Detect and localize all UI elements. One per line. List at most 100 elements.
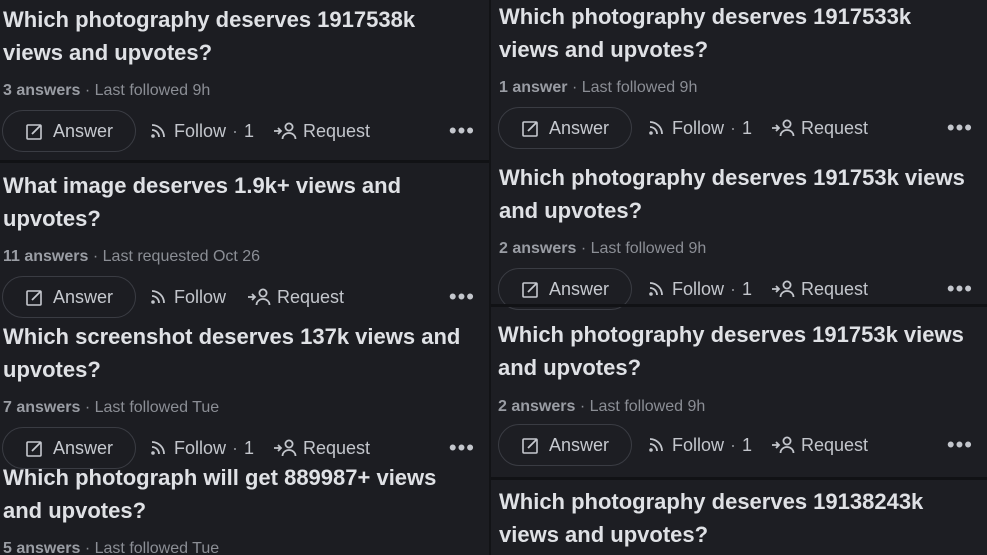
- more-options-icon[interactable]: •••: [947, 424, 973, 466]
- request-button[interactable]: Request: [273, 110, 370, 152]
- rss-icon: [646, 435, 666, 455]
- left-feed-pane: Which photography deserves 1917538k view…: [0, 0, 489, 555]
- question-card: Which photography deserves 191753k views…: [491, 158, 987, 310]
- question-card: Which photography deserves 1917533k view…: [491, 0, 987, 160]
- last-activity: Last followed 9h: [589, 398, 706, 415]
- answer-count[interactable]: 3 answers: [3, 82, 80, 99]
- pencil-icon: [25, 438, 45, 458]
- request-button[interactable]: Request: [771, 424, 868, 466]
- follow-count: 1: [742, 434, 753, 455]
- meta-separator: ·: [84, 540, 91, 555]
- more-options-icon[interactable]: •••: [449, 110, 475, 152]
- request-button[interactable]: Request: [771, 107, 868, 149]
- question-title[interactable]: Which screenshot deserves 137k views and…: [3, 320, 477, 386]
- request-label: Request: [277, 286, 345, 307]
- pencil-icon: [521, 435, 541, 455]
- question-card: Which photography deserves 1917538k view…: [0, 0, 489, 160]
- follow-count: 1: [244, 120, 255, 141]
- action-bar: Answer Follow · 1 Request •••: [498, 107, 973, 151]
- pencil-icon: [521, 118, 541, 138]
- question-meta: 3 answers · Last followed 9h: [3, 81, 210, 101]
- follow-count: 1: [742, 278, 753, 299]
- answer-count[interactable]: 11 answers: [3, 248, 88, 265]
- answer-count[interactable]: 2 answers: [499, 240, 576, 257]
- request-person-icon: [273, 438, 297, 458]
- follow-button[interactable]: Follow · 1: [148, 110, 254, 152]
- question-meta: 2 answers · Last followed 9h: [498, 397, 705, 417]
- answer-button[interactable]: Answer: [498, 107, 632, 149]
- question-title[interactable]: Which photograph will get 889987+ views …: [3, 461, 477, 527]
- question-title[interactable]: What image deserves 1.9k+ views and upvo…: [3, 169, 477, 235]
- follow-count: 1: [742, 117, 753, 138]
- question-card: Which screenshot deserves 137k views and…: [0, 318, 489, 469]
- request-label: Request: [801, 434, 869, 455]
- answer-label: Answer: [52, 437, 114, 458]
- meta-separator: ·: [92, 248, 99, 265]
- right-feed-pane: Which photography deserves 1917533k view…: [491, 0, 987, 555]
- answer-label: Answer: [52, 286, 114, 307]
- meta-separator: ·: [84, 82, 91, 99]
- request-person-icon: [247, 287, 271, 307]
- request-person-icon: [771, 118, 795, 138]
- follow-label: Follow: [672, 117, 725, 138]
- rss-icon: [148, 287, 168, 307]
- answer-count[interactable]: 1 answer: [499, 79, 567, 96]
- follow-label: Follow: [174, 437, 227, 458]
- follow-button[interactable]: Follow · 1: [646, 107, 752, 149]
- follow-dot: ·: [730, 117, 737, 138]
- answer-button[interactable]: Answer: [498, 424, 632, 466]
- question-meta: 5 answers · Last followed Tue: [3, 539, 219, 555]
- question-card: Which photograph will get 889987+ views …: [0, 459, 489, 555]
- follow-label: Follow: [672, 278, 725, 299]
- question-card: Which photography deserves 191753k views…: [491, 307, 987, 477]
- last-activity: Last followed 9h: [581, 79, 698, 96]
- request-label: Request: [801, 117, 869, 138]
- question-title[interactable]: Which photography deserves 191753k views…: [498, 318, 975, 384]
- answer-button[interactable]: Answer: [2, 276, 136, 318]
- follow-label: Follow: [672, 434, 725, 455]
- follow-label: Follow: [174, 286, 227, 307]
- question-meta: 2 answers · Last followed 9h: [499, 239, 706, 259]
- meta-separator: ·: [579, 398, 586, 415]
- rss-icon: [148, 121, 168, 141]
- answer-count[interactable]: 7 answers: [3, 399, 80, 416]
- follow-label: Follow: [174, 120, 227, 141]
- more-options-icon[interactable]: •••: [947, 107, 973, 149]
- answer-label: Answer: [52, 120, 114, 141]
- pencil-icon: [521, 279, 541, 299]
- request-person-icon: [771, 279, 795, 299]
- follow-count: 1: [244, 437, 255, 458]
- meta-separator: ·: [84, 399, 91, 416]
- follow-dot: ·: [232, 120, 239, 141]
- request-person-icon: [771, 435, 795, 455]
- answer-label: Answer: [548, 434, 610, 455]
- request-button[interactable]: Request: [247, 276, 344, 318]
- follow-button[interactable]: Follow: [148, 276, 226, 318]
- last-activity: Last followed Tue: [94, 540, 220, 555]
- answer-count[interactable]: 2 answers: [498, 398, 575, 415]
- answer-count[interactable]: 5 answers: [3, 540, 80, 555]
- question-meta: 1 answer · Last followed 9h: [499, 78, 697, 98]
- question-title[interactable]: Which photography deserves 1917533k view…: [499, 0, 975, 66]
- action-bar: Answer Follow Request •••: [2, 276, 475, 320]
- request-label: Request: [303, 120, 371, 141]
- follow-button[interactable]: Follow · 1: [646, 424, 752, 466]
- answer-label: Answer: [548, 117, 610, 138]
- pencil-icon: [25, 287, 45, 307]
- last-activity: Last requested Oct 26: [102, 248, 261, 265]
- request-label: Request: [801, 278, 869, 299]
- pencil-icon: [25, 121, 45, 141]
- question-title[interactable]: Which photography deserves 1917538k view…: [3, 3, 477, 69]
- meta-separator: ·: [580, 240, 587, 257]
- action-bar: Answer Follow · 1 Request •••: [2, 110, 475, 154]
- follow-dot: ·: [232, 437, 239, 458]
- question-title[interactable]: Which photography deserves 19138243k vie…: [499, 485, 975, 551]
- question-card: Which photography deserves 19138243k vie…: [491, 480, 987, 555]
- more-options-icon[interactable]: •••: [449, 276, 475, 318]
- request-label: Request: [303, 437, 371, 458]
- answer-button[interactable]: Answer: [2, 110, 136, 152]
- question-title[interactable]: Which photography deserves 191753k views…: [499, 161, 975, 227]
- last-activity: Last followed 9h: [94, 82, 211, 99]
- last-activity: Last followed 9h: [590, 240, 707, 257]
- meta-separator: ·: [571, 79, 578, 96]
